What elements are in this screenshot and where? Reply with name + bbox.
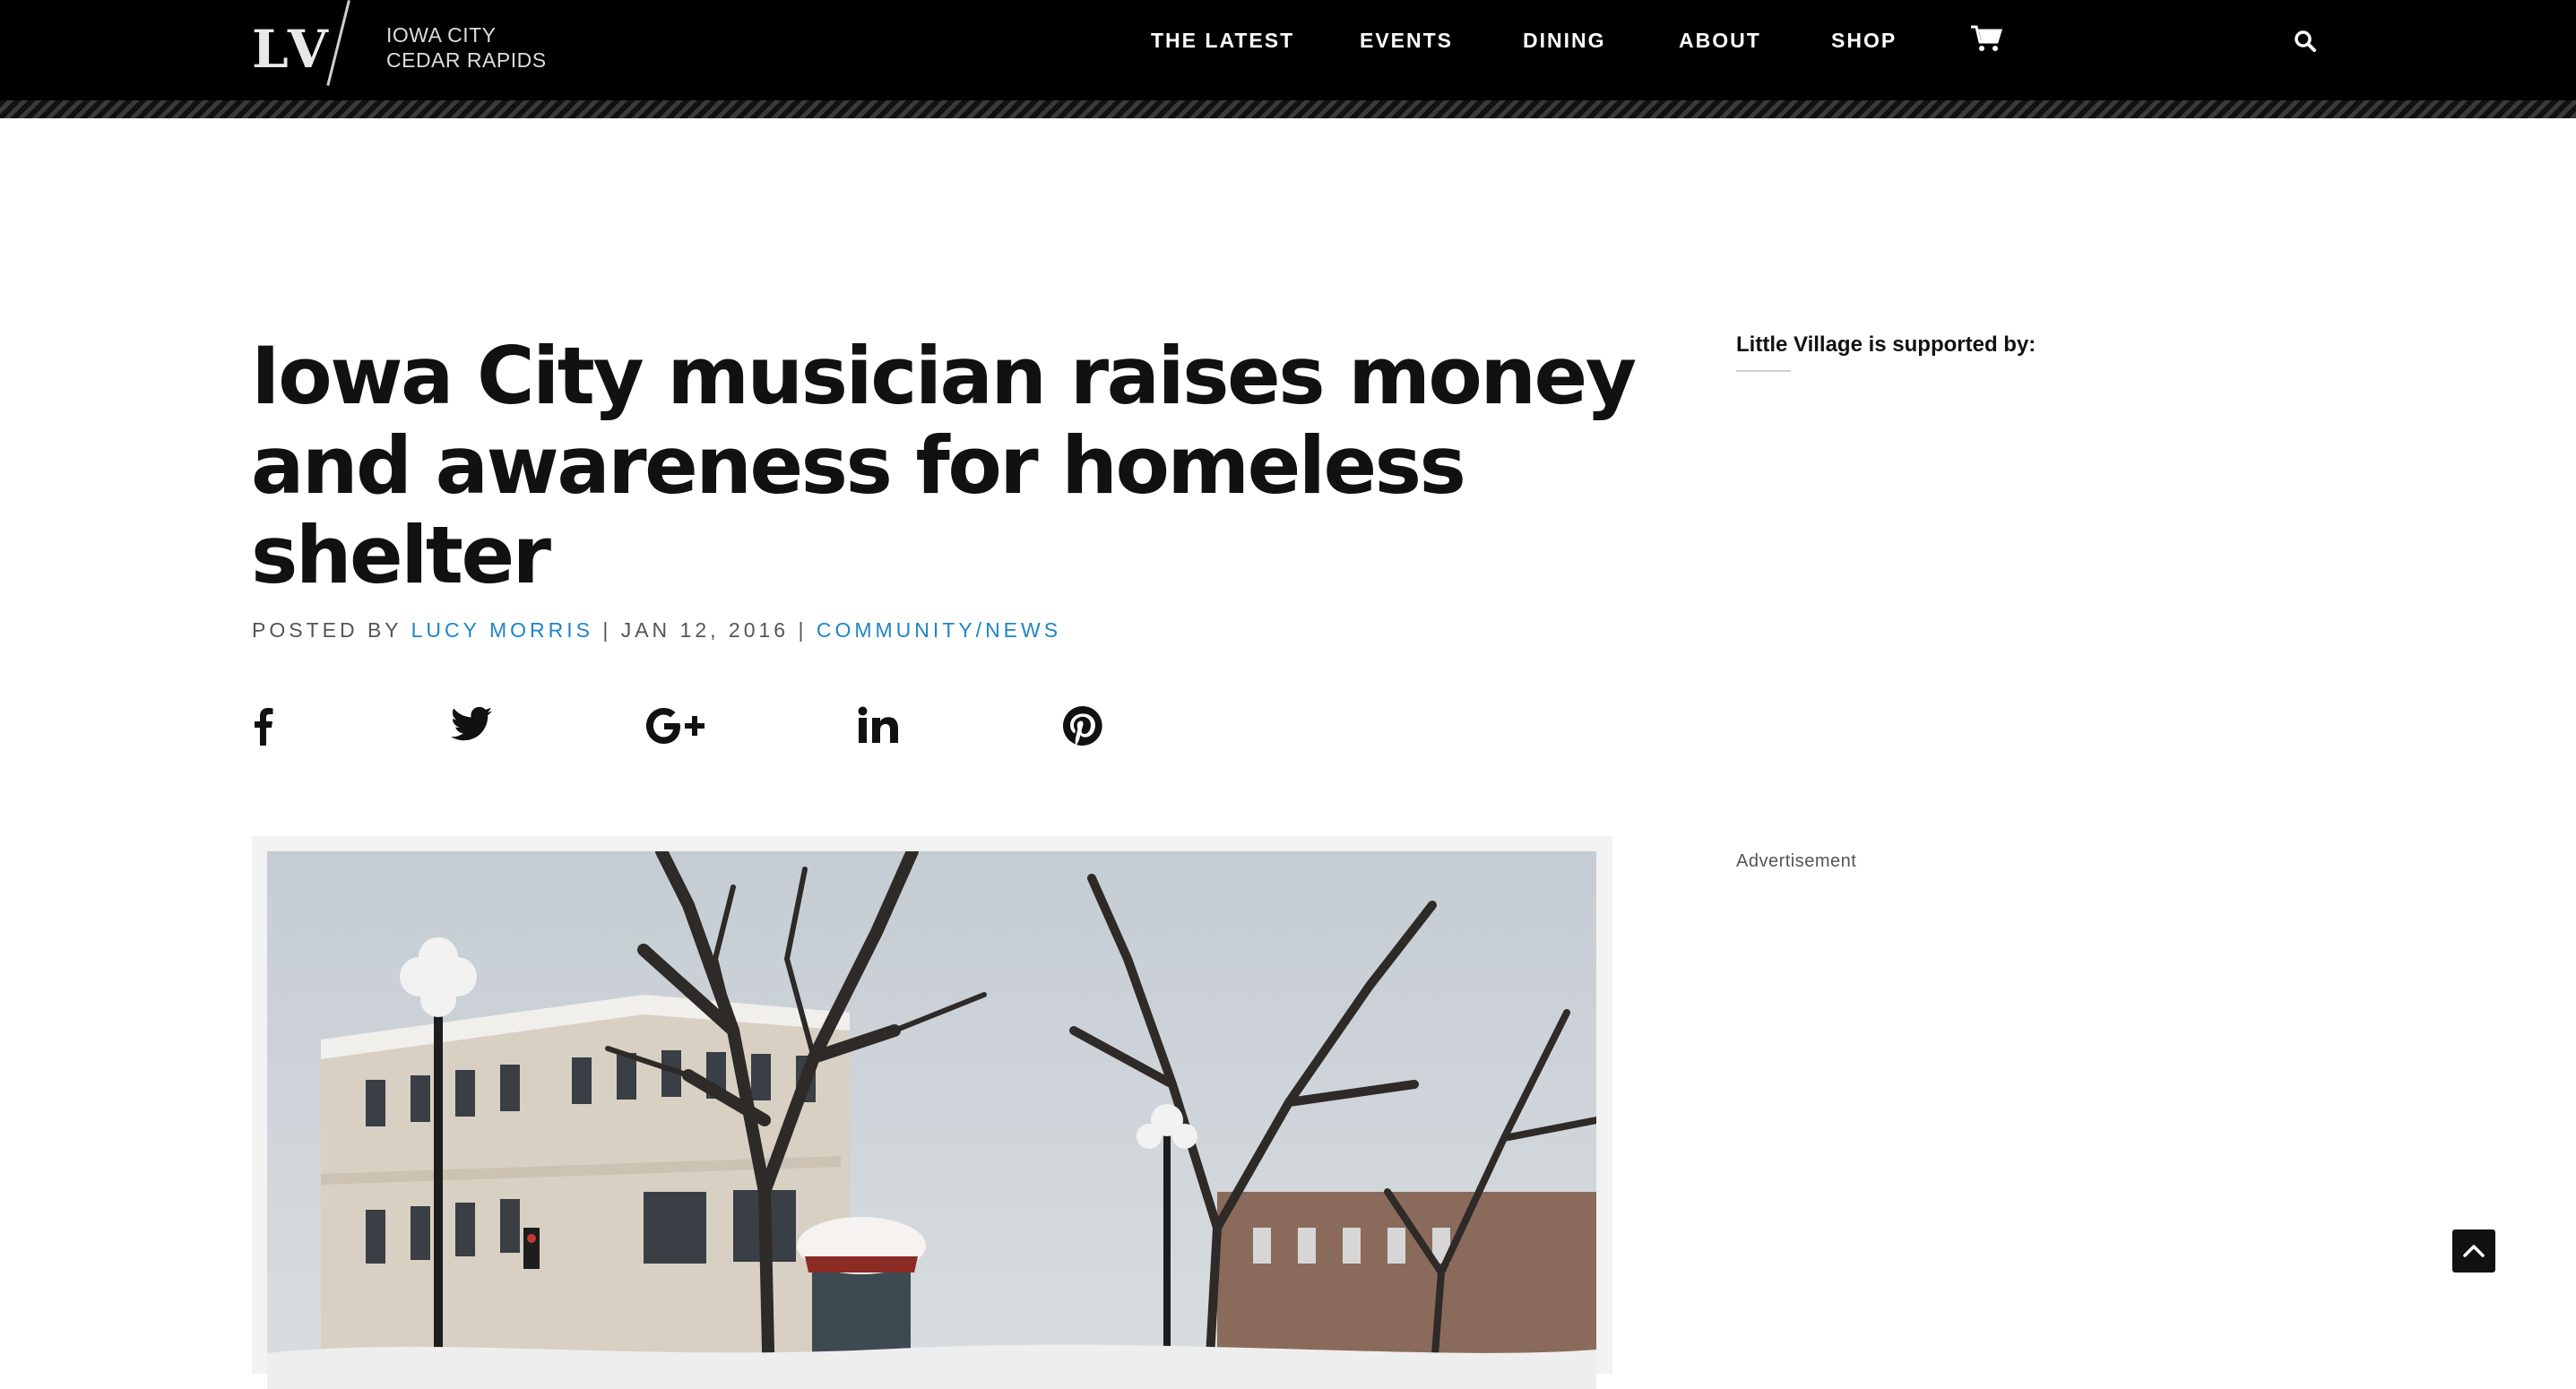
back-to-top-button[interactable]: [2452, 1229, 2495, 1273]
nav-events[interactable]: EVENTS: [1360, 29, 1453, 53]
google-plus-icon[interactable]: [645, 706, 708, 746]
sponsor-heading: Little Village is supported by:: [1736, 332, 2036, 357]
linkedin-icon[interactable]: [858, 706, 899, 744]
twitter-icon[interactable]: [451, 706, 492, 742]
article-byline: POSTED BY LUCY MORRIS | JAN 12, 2016 | C…: [252, 618, 1061, 643]
logo-city-iowa: IOWA CITY: [386, 23, 497, 47]
featured-image-frame: [252, 836, 1612, 1389]
publish-date: JAN 12, 2016: [620, 618, 790, 642]
author-link[interactable]: LUCY MORRIS: [411, 618, 593, 642]
featured-image: [267, 851, 1596, 1389]
nav-about[interactable]: ABOUT: [1679, 29, 1761, 53]
chevron-up-icon: [2452, 1245, 2495, 1276]
category-link[interactable]: COMMUNITY/NEWS: [817, 618, 1061, 642]
header-stripe-divider: [0, 100, 2576, 118]
facebook-icon[interactable]: [254, 706, 273, 746]
nav-the-latest[interactable]: THE LATEST: [1151, 29, 1294, 53]
shopping-cart-icon[interactable]: [1970, 24, 2003, 57]
advertisement-label: Advertisement: [1736, 851, 1857, 871]
logo-mark: LV: [252, 19, 333, 80]
nav-shop[interactable]: SHOP: [1831, 29, 1897, 53]
nav-dining[interactable]: DINING: [1523, 29, 1606, 53]
posted-by-label: POSTED BY: [252, 618, 402, 642]
byline-separator: |: [798, 618, 808, 642]
article-title: Iowa City musician raises money and awar…: [251, 330, 1637, 601]
byline-separator: |: [602, 618, 612, 642]
search-icon[interactable]: [2294, 30, 2317, 57]
top-navigation-bar: LV IOWA CITY CEDAR RAPIDS THE LATEST EVE…: [0, 0, 2576, 100]
pinterest-icon[interactable]: [1063, 706, 1102, 746]
logo-city-cedar: CEDAR RAPIDS: [386, 48, 547, 72]
sponsor-heading-underline: [1736, 370, 1791, 372]
